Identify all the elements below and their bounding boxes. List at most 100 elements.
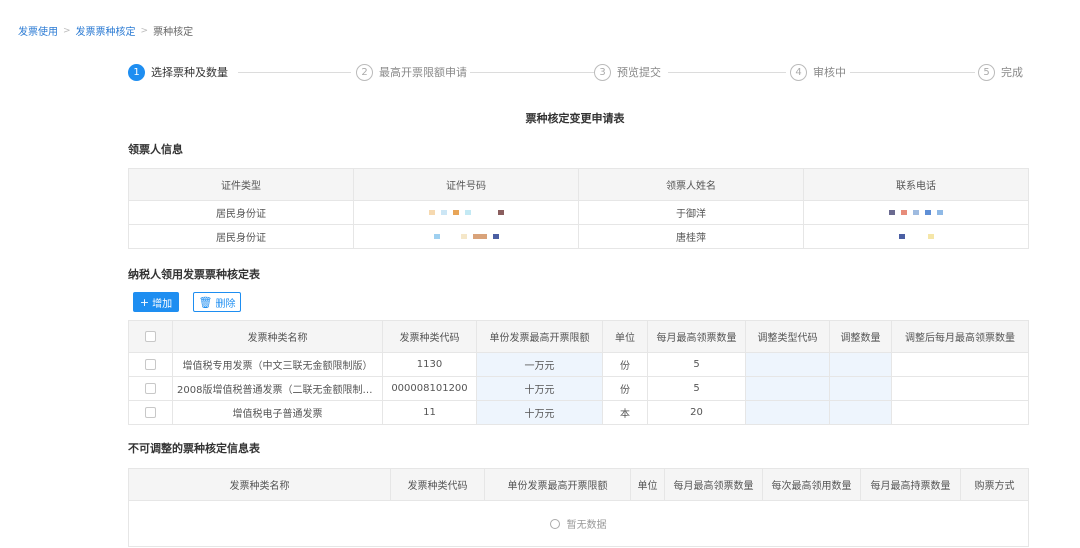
cell-name: 唐桂萍	[578, 224, 804, 249]
redaction-mask	[464, 210, 471, 215]
table-row[interactable]: 增值税电子普通发票 11 十万元 本 20	[128, 400, 1029, 425]
step-label: 选择票种及数量	[151, 66, 228, 79]
plus-icon: +	[139, 295, 150, 309]
step-label: 最高开票限额申请	[379, 66, 467, 79]
empty-face-icon	[550, 519, 561, 529]
redaction-mask	[433, 234, 440, 239]
step-label: 审核中	[813, 66, 846, 79]
table-header-row: 发票种类名称 发票种类代码 单份发票最高开票限额 单位 每月最高领票数量 调整类…	[128, 320, 1029, 353]
redaction-mask	[497, 210, 504, 215]
breadcrumb-separator: >	[140, 25, 149, 36]
column-header-purchase-method: 购票方式	[960, 468, 1029, 501]
column-header-invoice-code: 发票种类代码	[390, 468, 485, 501]
step-label: 预览提交	[617, 66, 661, 79]
cell-id-type: 居民身份证	[128, 224, 354, 249]
redaction-mask	[913, 210, 919, 215]
cell-invoice-name: 增值税电子普通发票	[172, 400, 383, 425]
row-select-cell	[128, 376, 173, 401]
redaction-mask	[440, 210, 447, 215]
cell-adjust-quantity[interactable]	[829, 352, 892, 377]
column-header-monthly-quantity: 每月最高领票数量	[664, 468, 763, 501]
cell-id-number-masked	[353, 224, 579, 249]
row-select-cell	[128, 352, 173, 377]
redaction-mask	[925, 210, 931, 215]
add-button[interactable]: + 增加	[133, 292, 179, 312]
recipient-table: 证件类型 证件号码 领票人姓名 联系电话 居民身份证 于御洋 居民身份证 唐桂萍	[128, 168, 1029, 249]
cell-max-limit[interactable]: 一万元	[476, 352, 603, 377]
cell-monthly-quantity: 20	[647, 400, 746, 425]
cell-adjusted-monthly	[891, 400, 1029, 425]
cell-monthly-quantity: 5	[647, 352, 746, 377]
column-header-invoice-name: 发票种类名称	[128, 468, 391, 501]
cell-adjust-quantity[interactable]	[829, 400, 892, 425]
redaction-mask	[472, 234, 487, 239]
cell-max-limit[interactable]: 十万元	[476, 376, 603, 401]
row-checkbox[interactable]	[145, 358, 156, 370]
redaction-mask	[927, 234, 934, 239]
table-row: 居民身份证 于御洋	[128, 200, 1029, 225]
column-header-name: 领票人姓名	[578, 168, 804, 201]
table-row[interactable]: 增值税专用发票（中文三联无金额限制版） 1130 一万元 份 5	[128, 352, 1029, 377]
cell-adjusted-monthly	[891, 376, 1029, 401]
fixed-section-title: 不可调整的票种核定信息表	[128, 442, 260, 455]
taxpayer-table: 发票种类名称 发票种类代码 单份发票最高开票限额 单位 每月最高领票数量 调整类…	[128, 320, 1029, 425]
redaction-mask	[889, 210, 895, 215]
step-2: 2 最高开票限额申请	[356, 62, 467, 82]
table-row: 居民身份证 唐桂萍	[128, 224, 1029, 249]
select-all-checkbox[interactable]	[145, 330, 156, 342]
progress-steps: 1 选择票种及数量 2 最高开票限额申请 3 预览提交 4 审核中 5 完成	[128, 62, 1024, 82]
cell-invoice-code: 000008101200	[382, 376, 477, 401]
row-checkbox[interactable]	[145, 382, 156, 394]
column-header-max-holding: 每月最高持票数量	[860, 468, 961, 501]
empty-state-text: 暂无数据	[566, 520, 607, 531]
redaction-mask	[898, 234, 905, 239]
cell-phone-masked	[803, 200, 1029, 225]
step-connector	[850, 72, 975, 73]
step-number: 3	[594, 63, 611, 81]
column-header-max-limit: 单份发票最高开票限额	[476, 320, 603, 353]
redaction-mask	[901, 210, 907, 215]
cell-phone-masked	[803, 224, 1029, 249]
cell-adjust-type[interactable]	[745, 376, 830, 401]
cell-max-limit[interactable]: 十万元	[476, 400, 603, 425]
recipient-section-title: 领票人信息	[128, 143, 183, 156]
column-header-per-time-quantity: 每次最高领用数量	[762, 468, 861, 501]
breadcrumb-invoice-use[interactable]: 发票使用	[18, 23, 58, 38]
cell-adjust-type[interactable]	[745, 400, 830, 425]
trash-icon: 🗑	[198, 295, 213, 309]
breadcrumb-invoice-type-approval[interactable]: 发票票种核定	[76, 23, 136, 38]
breadcrumb-separator: >	[63, 25, 71, 36]
step-4: 4 审核中	[790, 62, 846, 82]
column-header-unit: 单位	[630, 468, 665, 501]
delete-button[interactable]: 🗑 删除	[193, 292, 241, 312]
empty-state-row: 暂无数据	[128, 500, 1029, 547]
cell-monthly-quantity: 5	[647, 376, 746, 401]
redaction-mask	[492, 234, 499, 239]
redaction-mask	[452, 210, 459, 215]
redaction-mask	[937, 210, 943, 215]
column-header-invoice-code: 发票种类代码	[382, 320, 477, 353]
column-header-unit: 单位	[602, 320, 648, 353]
add-button-label: 增加	[152, 298, 173, 310]
fixed-table: 发票种类名称 发票种类代码 单份发票最高开票限额 单位 每月最高领票数量 每次最…	[128, 468, 1029, 547]
row-checkbox[interactable]	[145, 406, 156, 418]
cell-adjust-quantity[interactable]	[829, 376, 892, 401]
form-title: 票种核定变更申请表	[525, 112, 625, 125]
table-row[interactable]: 2008版增值税普通发票（二联无金额限制版） 000008101200 十万元 …	[128, 376, 1029, 401]
cell-name: 于御洋	[578, 200, 804, 225]
cell-adjust-type[interactable]	[745, 352, 830, 377]
step-number: 1	[128, 63, 145, 81]
step-number: 5	[978, 63, 995, 81]
column-header-invoice-name: 发票种类名称	[172, 320, 383, 353]
cell-id-number-masked	[353, 200, 579, 225]
step-3: 3 预览提交	[594, 62, 661, 82]
redaction-mask	[460, 234, 467, 239]
column-header-adjust-type: 调整类型代码	[745, 320, 830, 353]
column-header-max-limit: 单份发票最高开票限额	[484, 468, 631, 501]
cell-adjusted-monthly	[891, 352, 1029, 377]
column-header-adjusted-monthly: 调整后每月最高领票数量	[891, 320, 1029, 353]
breadcrumb-current: 票种核定	[153, 27, 194, 38]
column-header-phone: 联系电话	[803, 168, 1029, 201]
column-header-monthly-quantity: 每月最高领票数量	[647, 320, 746, 353]
empty-state: 暂无数据	[128, 500, 1029, 547]
